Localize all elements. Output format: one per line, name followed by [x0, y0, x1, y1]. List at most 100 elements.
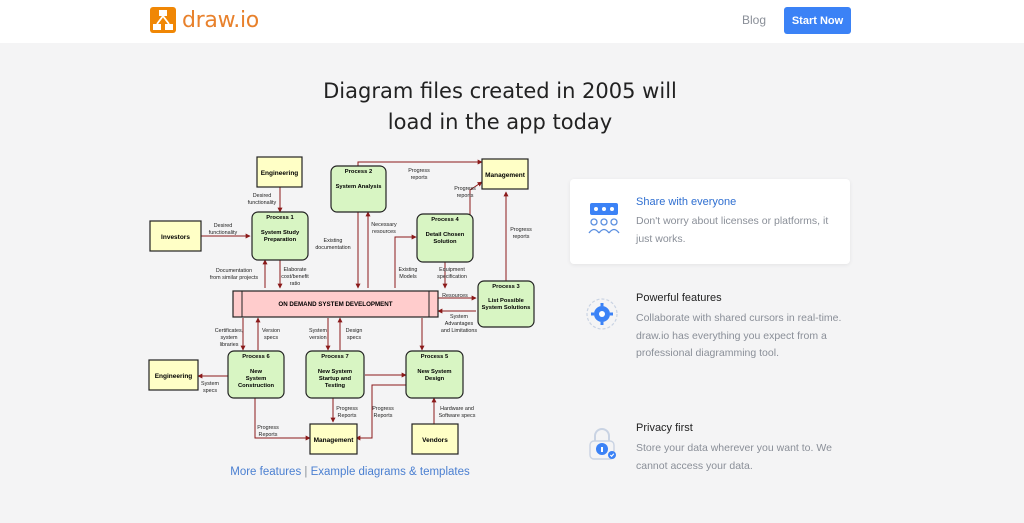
lock-icon: [589, 428, 616, 460]
svg-text:System Analysis: System Analysis: [336, 184, 382, 190]
svg-text:Reports: Reports: [374, 413, 393, 419]
brand-name: draw.io: [182, 7, 259, 33]
process-6-node: Process 6 New System Construction: [227, 350, 285, 399]
svg-text:Vendors: Vendors: [422, 437, 448, 444]
svg-text:Desired: Desired: [253, 193, 272, 199]
svg-text:System Solutions: System Solutions: [482, 305, 531, 311]
svg-text:New System: New System: [417, 369, 451, 375]
svg-text:resources: resources: [372, 229, 396, 235]
entity-management-top: Management: [481, 158, 529, 190]
svg-text:specification: specification: [437, 274, 467, 280]
svg-text:Management: Management: [485, 172, 526, 179]
entity-vendors: Vendors: [411, 423, 459, 455]
svg-text:Hardware and: Hardware and: [440, 406, 474, 412]
feature-share-card: Share with everyone Don't worry about li…: [570, 179, 850, 264]
example-diagrams-link[interactable]: Example diagrams & templates: [311, 466, 470, 478]
svg-text:System: System: [246, 376, 267, 382]
svg-text:documentation: documentation: [315, 245, 350, 251]
svg-text:specs: specs: [264, 335, 278, 341]
svg-text:Startup and: Startup and: [319, 376, 352, 382]
brand-logo[interactable]: draw.io: [150, 7, 259, 33]
svg-text:Process 6: Process 6: [242, 354, 270, 360]
svg-text:Process 2: Process 2: [345, 169, 372, 175]
blog-link[interactable]: Blog: [742, 13, 766, 27]
edge-central-p4: [394, 234, 417, 288]
feature-powerful-desc: Collaborate with shared cursors in real-…: [636, 312, 842, 359]
entity-engineering-bottom: Engineering: [148, 359, 199, 391]
svg-text:reports: reports: [513, 234, 530, 240]
svg-text:New System: New System: [318, 369, 352, 375]
hero-headline: Diagram files created in 2005 will load …: [300, 76, 700, 138]
svg-text:libraries: libraries: [220, 342, 239, 348]
svg-text:reports: reports: [411, 175, 428, 181]
svg-text:System: System: [201, 381, 219, 387]
more-features-link[interactable]: More features: [230, 466, 301, 478]
svg-text:Progress: Progress: [454, 186, 476, 192]
svg-text:Necessary: Necessary: [371, 222, 397, 228]
drawio-logo-icon: [150, 7, 176, 33]
svg-text:ratio: ratio: [290, 281, 301, 287]
svg-text:Process 7: Process 7: [321, 354, 348, 360]
svg-text:Progress: Progress: [372, 406, 394, 412]
hero-line-2: load in the app today: [387, 110, 613, 134]
svg-text:Engineering: Engineering: [155, 373, 193, 380]
svg-text:Documentation: Documentation: [216, 268, 252, 274]
svg-text:reports: reports: [457, 193, 474, 199]
svg-text:Elaborate: Elaborate: [283, 267, 306, 273]
svg-text:Resources: Resources: [442, 293, 468, 299]
svg-text:Progress: Progress: [336, 406, 358, 412]
svg-text:Design: Design: [346, 328, 363, 334]
feature-share-title: Share with everyone: [636, 196, 737, 208]
process-7-node: Process 7 New System Startup and Testing: [305, 350, 365, 399]
svg-text:ON DEMAND SYSTEM DEVELOPMENT: ON DEMAND SYSTEM DEVELOPMENT: [278, 301, 392, 308]
svg-text:Investors: Investors: [161, 234, 190, 241]
start-now-button[interactable]: Start Now: [784, 7, 851, 34]
svg-text:Certificates,: Certificates,: [215, 328, 244, 334]
svg-text:Process 3: Process 3: [492, 284, 520, 290]
svg-text:cost/benefit: cost/benefit: [281, 274, 309, 280]
svg-text:New: New: [250, 369, 262, 375]
svg-text:Desired: Desired: [214, 223, 233, 229]
svg-text:Existing: Existing: [399, 267, 418, 273]
gear-icon: [586, 298, 618, 330]
svg-text:version: version: [309, 335, 326, 341]
svg-text:System Study: System Study: [261, 230, 300, 236]
feature-privacy-title: Privacy first: [636, 422, 693, 434]
svg-text:Progress: Progress: [510, 227, 532, 233]
feature-privacy-block: Privacy first Store your data wherever y…: [570, 420, 850, 480]
svg-text:Design: Design: [425, 376, 445, 382]
svg-text:Existing: Existing: [324, 238, 343, 244]
svg-text:functionality: functionality: [209, 230, 238, 236]
feature-powerful-title: Powerful features: [636, 292, 722, 304]
svg-text:specs: specs: [203, 388, 217, 394]
svg-text:Software specs: Software specs: [439, 413, 476, 419]
process-2-node: Process 2 System Analysis: [330, 165, 387, 213]
svg-text:List Possible: List Possible: [488, 298, 525, 304]
svg-text:System: System: [309, 328, 327, 334]
svg-text:Process 4: Process 4: [431, 217, 459, 223]
svg-text:Testing: Testing: [325, 383, 346, 389]
svg-text:Progress: Progress: [408, 168, 430, 174]
diagram-links: More features | Example diagrams & templ…: [200, 466, 500, 478]
svg-text:Reports: Reports: [259, 432, 278, 438]
svg-text:Advantages: Advantages: [445, 321, 474, 327]
svg-text:Models: Models: [399, 274, 417, 280]
process-5-node: Process 5 New System Design: [405, 350, 464, 399]
entity-management-bottom: Management: [309, 423, 358, 455]
svg-text:functionality: functionality: [248, 200, 277, 206]
svg-text:specs: specs: [347, 335, 361, 341]
svg-text:Equipment: Equipment: [439, 267, 465, 273]
svg-text:Process 1: Process 1: [266, 215, 294, 221]
svg-text:Construction: Construction: [238, 383, 275, 389]
svg-text:Version: Version: [262, 328, 280, 334]
svg-text:System: System: [450, 314, 468, 320]
svg-text:Process 5: Process 5: [421, 354, 449, 360]
feature-privacy-desc: Store your data wherever you want to. We…: [636, 442, 832, 472]
svg-text:Engineering: Engineering: [261, 170, 299, 177]
entity-engineering-top: Engineering: [256, 156, 303, 188]
svg-text:Preparation: Preparation: [264, 237, 297, 243]
svg-text:Detail Chosen: Detail Chosen: [426, 232, 465, 238]
process-4-node: Process 4 Detail Chosen Solution: [416, 213, 474, 263]
process-3-node: Process 3 List Possible System Solutions: [477, 280, 535, 328]
svg-text:and Limitations: and Limitations: [441, 328, 478, 334]
